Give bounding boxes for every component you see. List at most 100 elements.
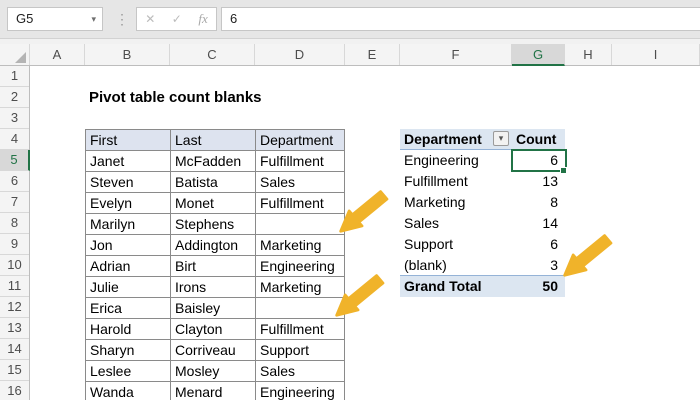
- data-table-row: Leslee Mosley Sales: [86, 361, 345, 382]
- data-table-cell[interactable]: Birt: [171, 256, 256, 277]
- row-header-10[interactable]: 10: [0, 255, 29, 276]
- row-header-3[interactable]: 3: [0, 108, 29, 129]
- cancel-icon[interactable]: ✕: [145, 8, 155, 30]
- data-table-cell[interactable]: Steven: [86, 172, 171, 193]
- row-header-7[interactable]: 7: [0, 192, 29, 213]
- data-table-cell[interactable]: Mosley: [171, 361, 256, 382]
- pivot-count-cell[interactable]: 14: [512, 213, 565, 234]
- data-table-cell[interactable]: Evelyn: [86, 193, 171, 214]
- pivot-count-cell[interactable]: 13: [512, 171, 565, 192]
- formula-input[interactable]: 6: [221, 7, 700, 31]
- pivot-row: Marketing 8: [400, 192, 565, 213]
- data-table-cell[interactable]: Wanda: [86, 382, 171, 400]
- pivot-dept-cell[interactable]: Fulfillment: [400, 171, 512, 192]
- pivot-count-cell[interactable]: 3: [512, 255, 565, 276]
- data-table-cell[interactable]: Clayton: [171, 319, 256, 340]
- data-table-cell[interactable]: Support: [256, 340, 345, 361]
- column-header-E[interactable]: E: [345, 44, 400, 65]
- row-header-9[interactable]: 9: [0, 234, 29, 255]
- data-table-cell[interactable]: Baisley: [171, 298, 256, 319]
- row-header-gutter: 1 2 3 4 5 6 7 8 9 10 11 12 13 14 15 16: [0, 66, 30, 400]
- data-table-cell[interactable]: Leslee: [86, 361, 171, 382]
- data-table-cell[interactable]: Addington: [171, 235, 256, 256]
- pivot-dept-cell[interactable]: Engineering: [400, 150, 512, 171]
- data-table-cell[interactable]: McFadden: [171, 151, 256, 172]
- pivot-count-cell[interactable]: 8: [512, 192, 565, 213]
- data-table-row: Jon Addington Marketing: [86, 235, 345, 256]
- data-table-header-department[interactable]: Department: [256, 130, 345, 151]
- data-table-cell[interactable]: Sales: [256, 172, 345, 193]
- data-table-cell[interactable]: Irons: [171, 277, 256, 298]
- column-header-A[interactable]: A: [30, 44, 85, 65]
- column-header-I[interactable]: I: [612, 44, 700, 65]
- data-table-row: Wanda Menard Engineering: [86, 382, 345, 400]
- row-header-16[interactable]: 16: [0, 381, 29, 400]
- column-header-H[interactable]: H: [565, 44, 612, 65]
- column-header-B[interactable]: B: [85, 44, 170, 65]
- data-table: First Last Department Janet McFadden Fulfi…: [85, 129, 345, 400]
- confirm-icon[interactable]: ✓: [172, 8, 182, 30]
- pivot-header-department[interactable]: Department ▾: [400, 129, 512, 150]
- pivot-grand-total-label[interactable]: Grand Total: [400, 276, 512, 297]
- fill-handle[interactable]: [560, 167, 567, 174]
- column-header-strip: ABCDEFGHI: [0, 44, 700, 66]
- data-table-cell[interactable]: [256, 298, 345, 319]
- data-table-cell[interactable]: Marketing: [256, 235, 345, 256]
- name-box[interactable]: G5 ▾: [7, 7, 103, 31]
- pivot-header-count[interactable]: Count: [512, 129, 565, 150]
- column-header-G[interactable]: G: [512, 44, 565, 66]
- data-table-cell[interactable]: Fulfillment: [256, 151, 345, 172]
- column-header-C[interactable]: C: [170, 44, 255, 65]
- data-table-cell[interactable]: Menard: [171, 382, 256, 400]
- pivot-dept-cell[interactable]: Marketing: [400, 192, 512, 213]
- name-box-dropdown-icon[interactable]: ▾: [91, 8, 96, 30]
- data-table-cell[interactable]: Batista: [171, 172, 256, 193]
- row-header-4[interactable]: 4: [0, 129, 29, 150]
- data-table-cell[interactable]: Marketing: [256, 277, 345, 298]
- data-table-cell[interactable]: Harold: [86, 319, 171, 340]
- row-header-13[interactable]: 13: [0, 318, 29, 339]
- row-header-15[interactable]: 15: [0, 360, 29, 381]
- data-table-row: Janet McFadden Fulfillment: [86, 151, 345, 172]
- data-table-cell[interactable]: Engineering: [256, 256, 345, 277]
- row-header-1[interactable]: 1: [0, 66, 29, 87]
- row-header-12[interactable]: 12: [0, 297, 29, 318]
- row-header-2[interactable]: 2: [0, 87, 29, 108]
- data-table-cell[interactable]: Fulfillment: [256, 319, 345, 340]
- column-header-F[interactable]: F: [400, 44, 512, 65]
- select-all-button[interactable]: [0, 44, 30, 65]
- data-table-cell[interactable]: Adrian: [86, 256, 171, 277]
- pivot-dept-cell[interactable]: Sales: [400, 213, 512, 234]
- data-table-cell[interactable]: Sales: [256, 361, 345, 382]
- data-table-cell[interactable]: Marilyn: [86, 214, 171, 235]
- data-table-cell[interactable]: Corriveau: [171, 340, 256, 361]
- data-table-cell[interactable]: [256, 214, 345, 235]
- data-table-cell[interactable]: Engineering: [256, 382, 345, 400]
- data-table-cell[interactable]: Monet: [171, 193, 256, 214]
- annotation-arrow-icon: [563, 234, 613, 277]
- row-header-6[interactable]: 6: [0, 171, 29, 192]
- pivot-dept-cell[interactable]: (blank): [400, 255, 512, 276]
- name-box-value: G5: [16, 11, 34, 26]
- data-table-cell[interactable]: Janet: [86, 151, 171, 172]
- row-header-5[interactable]: 5: [0, 150, 30, 171]
- data-table-header-last[interactable]: Last: [171, 130, 256, 151]
- data-table-cell[interactable]: Erica: [86, 298, 171, 319]
- row-header-8[interactable]: 8: [0, 213, 29, 234]
- pivot-dept-cell[interactable]: Support: [400, 234, 512, 255]
- selected-cell-outline[interactable]: [511, 149, 567, 172]
- data-table-cell[interactable]: Stephens: [171, 214, 256, 235]
- column-header-D[interactable]: D: [255, 44, 345, 65]
- pivot-grand-total-value[interactable]: 50: [512, 276, 565, 297]
- pivot-count-cell[interactable]: 6: [512, 234, 565, 255]
- data-table-cell[interactable]: Fulfillment: [256, 193, 345, 214]
- pivot-row: Sales 14: [400, 213, 565, 234]
- data-table-cell[interactable]: Jon: [86, 235, 171, 256]
- pivot-filter-button[interactable]: ▾: [493, 131, 509, 146]
- insert-function-icon[interactable]: fx: [198, 11, 207, 27]
- row-header-14[interactable]: 14: [0, 339, 29, 360]
- data-table-cell[interactable]: Sharyn: [86, 340, 171, 361]
- data-table-cell[interactable]: Julie: [86, 277, 171, 298]
- data-table-header-first[interactable]: First: [86, 130, 171, 151]
- row-header-11[interactable]: 11: [0, 276, 29, 297]
